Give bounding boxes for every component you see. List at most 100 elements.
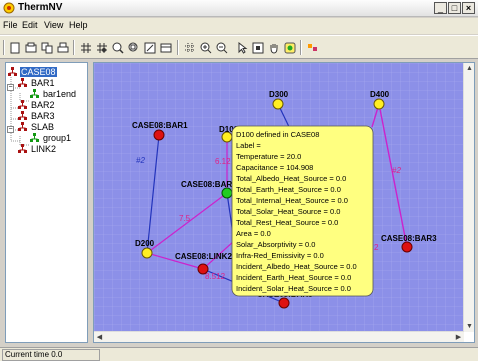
zoom-in-icon[interactable] bbox=[199, 41, 212, 54]
grid-icon[interactable] bbox=[79, 41, 92, 54]
tooltip-icon[interactable] bbox=[283, 41, 296, 54]
vertical-scrollbar[interactable]: ▲ ▼ bbox=[463, 63, 474, 332]
tooltip-line: Temperature = 20.0 bbox=[236, 152, 301, 161]
menu-edit[interactable]: Edit bbox=[22, 20, 38, 30]
tree-node-bar1[interactable]: BAR1 bbox=[18, 77, 56, 88]
tooltip-line: Total_Rest_Heat_Source = 0.0 bbox=[236, 218, 338, 227]
node-label: D400 bbox=[370, 90, 390, 99]
node-label: CASE08:LINK2 bbox=[175, 252, 232, 261]
node-icon bbox=[30, 132, 39, 142]
edge-label: 6.12 bbox=[215, 157, 231, 166]
node-icon bbox=[30, 88, 39, 98]
tree-collapse-toggle[interactable]: − bbox=[7, 126, 14, 133]
pan-box-icon[interactable] bbox=[251, 41, 264, 54]
case-icon bbox=[18, 99, 27, 109]
toolbar-separator bbox=[73, 40, 75, 55]
tree-node-bar2[interactable]: BAR2 bbox=[18, 99, 56, 110]
tree-node-case08[interactable]: CASE08 bbox=[8, 66, 57, 77]
hand-icon[interactable] bbox=[267, 41, 280, 54]
scroll-right-arrow[interactable]: ▶ bbox=[453, 332, 464, 343]
tooltip-line: D100 defined in CASE08 bbox=[236, 130, 319, 139]
node-label: CASE08:BAR2 bbox=[181, 180, 237, 189]
tree-node-bar3[interactable]: BAR3 bbox=[18, 110, 56, 121]
tree-node-label: group1 bbox=[43, 132, 72, 143]
title-bar[interactable]: ThermNV _ □ × bbox=[0, 0, 478, 17]
model-tree: − − − CASE08 BAR1 bar1end BAR2 BAR3 SLAB bbox=[5, 62, 88, 343]
menu-view[interactable]: View bbox=[44, 20, 63, 30]
grid-snap-icon[interactable] bbox=[95, 41, 108, 54]
new-icon[interactable] bbox=[8, 41, 21, 54]
menu-help[interactable]: Help bbox=[69, 20, 88, 30]
tree-node-label: BAR2 bbox=[31, 99, 55, 110]
app-window: ThermNV _ □ × File Edit View Help − − CA… bbox=[0, 0, 478, 361]
tooltip-line: Label = bbox=[236, 141, 261, 150]
tree-node-label: SLAB bbox=[31, 121, 55, 132]
tree-node-group1[interactable]: group1 bbox=[30, 132, 72, 143]
scroll-up-arrow[interactable]: ▲ bbox=[464, 63, 475, 74]
edge-label: #2 bbox=[136, 156, 145, 165]
case-icon bbox=[18, 77, 27, 87]
edge-label: 8.512 bbox=[205, 272, 226, 281]
tooltip-line: Total_Solar_Heat_Source = 0.0 bbox=[236, 207, 340, 216]
tree-node-link2[interactable]: LINK2 bbox=[18, 143, 57, 154]
app-icon bbox=[3, 2, 15, 14]
open-icon[interactable] bbox=[24, 41, 37, 54]
close-button[interactable]: × bbox=[462, 2, 475, 14]
maximize-button[interactable]: □ bbox=[448, 2, 461, 14]
tree-node-label: BAR1 bbox=[31, 77, 55, 88]
node-case08-bar3[interactable] bbox=[401, 241, 413, 253]
tooltip-line: Total_Earth_Heat_Source = 0.0 bbox=[236, 185, 341, 194]
zoom-window-icon[interactable] bbox=[127, 41, 140, 54]
node-case08-bar1[interactable] bbox=[153, 129, 165, 141]
tree-node-label: bar1end bbox=[43, 88, 77, 99]
node-d400[interactable] bbox=[373, 98, 385, 110]
tree-node-label: CASE08 bbox=[20, 66, 57, 77]
tree-node-bar1end[interactable]: bar1end bbox=[30, 88, 77, 99]
table-icon[interactable] bbox=[159, 41, 172, 54]
select-all-icon[interactable] bbox=[183, 41, 196, 54]
node-label: D300 bbox=[269, 90, 289, 99]
menu-bar: File Edit View Help bbox=[0, 18, 478, 34]
case-icon bbox=[18, 110, 27, 120]
network-canvas-panel: #2 6.12 7.5 8.512 #2 2 CASE08:BAR1 D100 … bbox=[93, 62, 475, 343]
tooltip-line: Solar_Absorptivity = 0.0 bbox=[236, 240, 315, 249]
node-label: CASE08:BAR3 bbox=[381, 234, 437, 243]
node-d300[interactable] bbox=[272, 98, 284, 110]
node-tooltip: D100 defined in CASE08 Label = Temperatu… bbox=[231, 125, 374, 297]
edge-label: 2 bbox=[374, 243, 379, 252]
scroll-left-arrow[interactable]: ◀ bbox=[94, 332, 105, 343]
status-current-time: Current time 0.0 bbox=[2, 349, 100, 361]
tree-node-slab[interactable]: SLAB bbox=[18, 121, 55, 132]
tooltip-line: Infra-Red_Emissivity = 0.0 bbox=[236, 251, 324, 260]
print-icon[interactable] bbox=[56, 41, 69, 54]
node-case08-link2[interactable] bbox=[197, 263, 209, 275]
node-case08-bar2[interactable] bbox=[221, 187, 233, 199]
pointer-icon[interactable] bbox=[235, 41, 248, 54]
network-canvas[interactable]: #2 6.12 7.5 8.512 #2 2 CASE08:BAR1 D100 … bbox=[94, 63, 464, 332]
node-label: D200 bbox=[135, 239, 155, 248]
menu-file[interactable]: File bbox=[3, 20, 18, 30]
toolbar-separator bbox=[177, 40, 179, 55]
minimize-button[interactable]: _ bbox=[434, 2, 447, 14]
scroll-down-arrow[interactable]: ▼ bbox=[464, 321, 475, 332]
node-label: CASE08:BAR1 bbox=[132, 121, 188, 130]
zoom-out-icon[interactable] bbox=[215, 41, 228, 54]
tree-node-label: LINK2 bbox=[31, 143, 57, 154]
tooltip-line: Incident_Albedo_Heat_Source = 0.0 bbox=[236, 262, 357, 271]
tooltip-line: Incident_Solar_Heat_Source = 0.0 bbox=[236, 284, 351, 293]
node-d200[interactable] bbox=[141, 247, 153, 259]
status-bar: Current time 0.0 bbox=[0, 347, 478, 361]
node-case08-bar5[interactable] bbox=[278, 297, 290, 309]
zoom-fit-icon[interactable] bbox=[111, 41, 124, 54]
toolbar-separator bbox=[3, 40, 5, 55]
color-icon[interactable] bbox=[306, 41, 319, 54]
tooltip-line: Area = 0.0 bbox=[236, 229, 271, 238]
copy-icon[interactable] bbox=[40, 41, 53, 54]
tooltip-line: Incident_Earth_Heat_Source = 0.0 bbox=[236, 273, 351, 282]
toolbar-separator bbox=[300, 40, 302, 55]
horizontal-scrollbar[interactable]: ◀ ▶ bbox=[94, 331, 464, 342]
properties-icon[interactable] bbox=[143, 41, 156, 54]
tree-collapse-toggle[interactable]: − bbox=[7, 84, 14, 91]
case-icon bbox=[18, 121, 27, 131]
window-title: ThermNV bbox=[18, 2, 63, 13]
